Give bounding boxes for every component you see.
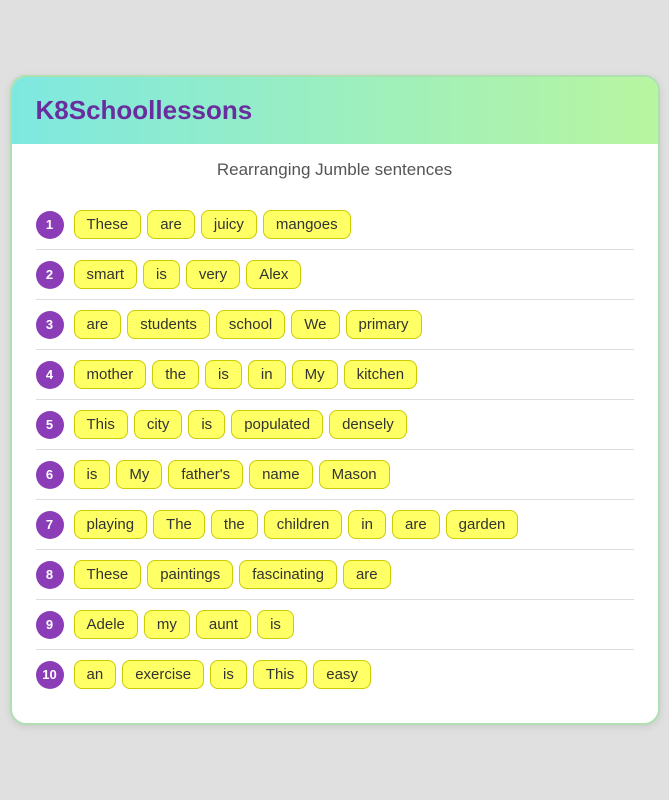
word-tag[interactable]: Alex — [246, 260, 301, 289]
number-badge: 6 — [36, 461, 64, 489]
word-tag[interactable]: is — [143, 260, 180, 289]
word-tag[interactable]: Adele — [74, 610, 138, 639]
word-tag[interactable]: juicy — [201, 210, 257, 239]
word-tag[interactable]: We — [291, 310, 339, 339]
word-tag[interactable]: This — [253, 660, 307, 689]
sentence-row: 5 Thiscityispopulateddensely — [36, 400, 634, 450]
number-badge: 8 — [36, 561, 64, 589]
word-tag[interactable]: playing — [74, 510, 148, 539]
word-tag[interactable]: the — [211, 510, 258, 539]
sentence-row: 6 isMyfather'snameMason — [36, 450, 634, 500]
word-tag[interactable]: garden — [446, 510, 519, 539]
word-tag[interactable]: This — [74, 410, 128, 439]
word-tag[interactable]: populated — [231, 410, 323, 439]
word-tag[interactable]: primary — [346, 310, 422, 339]
header: K8Schoollessons — [12, 77, 658, 144]
number-badge: 10 — [36, 661, 64, 689]
sentence-row: 2 smartisveryAlex — [36, 250, 634, 300]
word-tag[interactable]: My — [292, 360, 338, 389]
word-tag[interactable]: mangoes — [263, 210, 351, 239]
sentence-row: 3 arestudentsschoolWeprimary — [36, 300, 634, 350]
number-badge: 3 — [36, 311, 64, 339]
word-tag[interactable]: my — [144, 610, 190, 639]
word-tag[interactable]: paintings — [147, 560, 233, 589]
word-tag[interactable]: are — [392, 510, 440, 539]
number-badge: 4 — [36, 361, 64, 389]
word-tag[interactable]: is — [210, 660, 247, 689]
word-tag[interactable]: the — [152, 360, 199, 389]
sentence-row: 4 mothertheisinMykitchen — [36, 350, 634, 400]
word-tag[interactable]: are — [147, 210, 195, 239]
word-tag[interactable]: is — [205, 360, 242, 389]
word-tag[interactable]: These — [74, 210, 142, 239]
sentence-row: 10 anexerciseisThiseasy — [36, 650, 634, 699]
word-tag[interactable]: aunt — [196, 610, 251, 639]
word-tag[interactable]: father's — [168, 460, 243, 489]
word-tag[interactable]: My — [116, 460, 162, 489]
word-tag[interactable]: an — [74, 660, 117, 689]
word-tag[interactable]: is — [74, 460, 111, 489]
word-tag[interactable]: are — [74, 310, 122, 339]
word-tag[interactable]: mother — [74, 360, 147, 389]
page-title: Rearranging Jumble sentences — [36, 160, 634, 180]
word-tag[interactable]: very — [186, 260, 240, 289]
word-tag[interactable]: The — [153, 510, 205, 539]
word-tag[interactable]: city — [134, 410, 183, 439]
content-area: Rearranging Jumble sentences 1Theseareju… — [12, 144, 658, 723]
app-title: K8Schoollessons — [36, 95, 253, 125]
number-badge: 7 — [36, 511, 64, 539]
sentence-row: 7 playingThethechildreninaregarden — [36, 500, 634, 550]
word-tag[interactable]: smart — [74, 260, 138, 289]
word-tag[interactable]: is — [257, 610, 294, 639]
number-badge: 9 — [36, 611, 64, 639]
word-tag[interactable]: These — [74, 560, 142, 589]
word-tag[interactable]: densely — [329, 410, 407, 439]
word-tag[interactable]: is — [188, 410, 225, 439]
sentence-row: 9 Adelemyauntis — [36, 600, 634, 650]
word-tag[interactable]: fascinating — [239, 560, 337, 589]
sentence-row: 1 Thesearejuicymangoes — [36, 200, 634, 250]
word-tag[interactable]: exercise — [122, 660, 204, 689]
number-badge: 5 — [36, 411, 64, 439]
word-tag[interactable]: in — [248, 360, 286, 389]
number-badge: 1 — [36, 211, 64, 239]
word-tag[interactable]: children — [264, 510, 343, 539]
word-tag[interactable]: kitchen — [344, 360, 418, 389]
word-tag[interactable]: name — [249, 460, 313, 489]
word-tag[interactable]: are — [343, 560, 391, 589]
word-tag[interactable]: school — [216, 310, 285, 339]
word-tag[interactable]: easy — [313, 660, 371, 689]
main-card: K8Schoollessons Rearranging Jumble sente… — [10, 75, 660, 725]
sentences-list: 1Thesearejuicymangoes2smartisveryAlex3ar… — [36, 200, 634, 699]
number-badge: 2 — [36, 261, 64, 289]
sentence-row: 8 Thesepaintingsfascinatingare — [36, 550, 634, 600]
word-tag[interactable]: in — [348, 510, 386, 539]
word-tag[interactable]: students — [127, 310, 210, 339]
word-tag[interactable]: Mason — [319, 460, 390, 489]
